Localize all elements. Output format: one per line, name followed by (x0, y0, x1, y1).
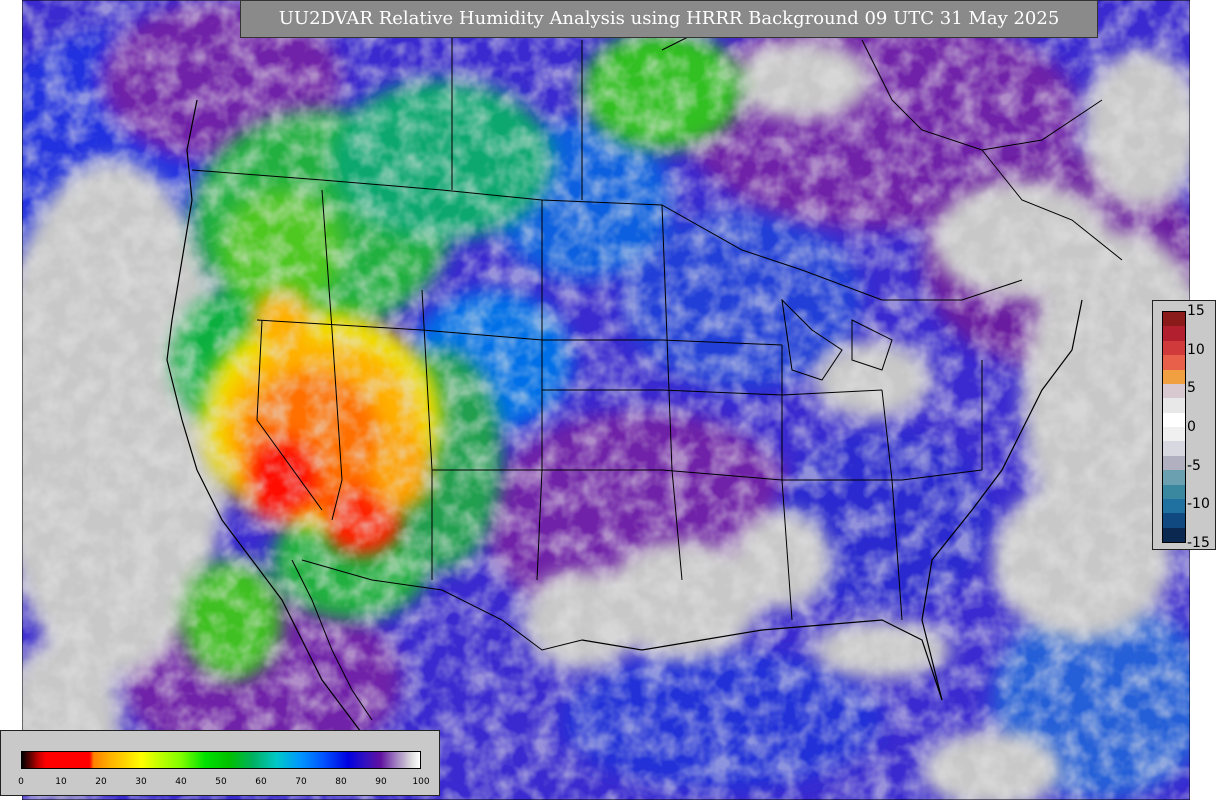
increment-swatch (1163, 398, 1185, 413)
increment-tick-label: -10 (1187, 496, 1210, 513)
increment-colorbar: 15 10 5 0 -5 -10 -15 (1152, 300, 1216, 550)
rh-tick-label: 60 (255, 777, 267, 787)
rh-tick-label: 80 (335, 777, 347, 787)
rh-colorbar: 0 10 20 30 40 50 60 70 80 90 100 (0, 730, 440, 796)
increment-swatch (1163, 441, 1185, 456)
rh-colorbar-gradient (21, 751, 421, 769)
increment-tick-label: -15 (1187, 535, 1210, 551)
increment-swatch (1163, 527, 1185, 542)
increment-swatch (1163, 340, 1185, 356)
humidity-map (22, 0, 1190, 800)
rh-tick-label: 50 (215, 777, 227, 787)
rh-tick-label: 0 (18, 777, 24, 787)
increment-swatch (1163, 355, 1185, 370)
rh-tick-label: 30 (135, 777, 147, 787)
rh-tick-label: 100 (412, 777, 430, 787)
increment-swatch (1163, 326, 1185, 341)
increment-swatch (1163, 383, 1185, 399)
rh-tick-label: 70 (295, 777, 307, 787)
increment-swatch (1163, 455, 1185, 471)
increment-tick-label: -5 (1187, 457, 1201, 474)
increment-swatch (1163, 427, 1185, 442)
rh-tick-label: 10 (55, 777, 67, 787)
increment-swatch (1163, 312, 1185, 327)
increment-swatch (1163, 513, 1185, 528)
increment-swatch (1163, 498, 1185, 514)
increment-tick-label: 10 (1187, 341, 1205, 358)
map-stage: UU2DVAR Relative Humidity Analysis using… (0, 0, 1216, 800)
increment-swatch (1163, 412, 1185, 427)
increment-tick-label: 0 (1187, 419, 1196, 435)
increment-tick-label: 5 (1187, 380, 1196, 397)
rh-tick-label: 90 (375, 777, 387, 787)
texture-noise (22, 0, 1190, 800)
increment-colorbar-swatches (1162, 311, 1186, 543)
increment-swatch (1163, 484, 1185, 499)
rh-tick-label: 20 (95, 777, 107, 787)
map-title: UU2DVAR Relative Humidity Analysis using… (240, 0, 1098, 38)
rh-tick-label: 40 (175, 777, 187, 787)
increment-swatch (1163, 369, 1185, 384)
increment-swatch (1163, 470, 1185, 485)
increment-tick-label: 15 (1187, 303, 1205, 319)
